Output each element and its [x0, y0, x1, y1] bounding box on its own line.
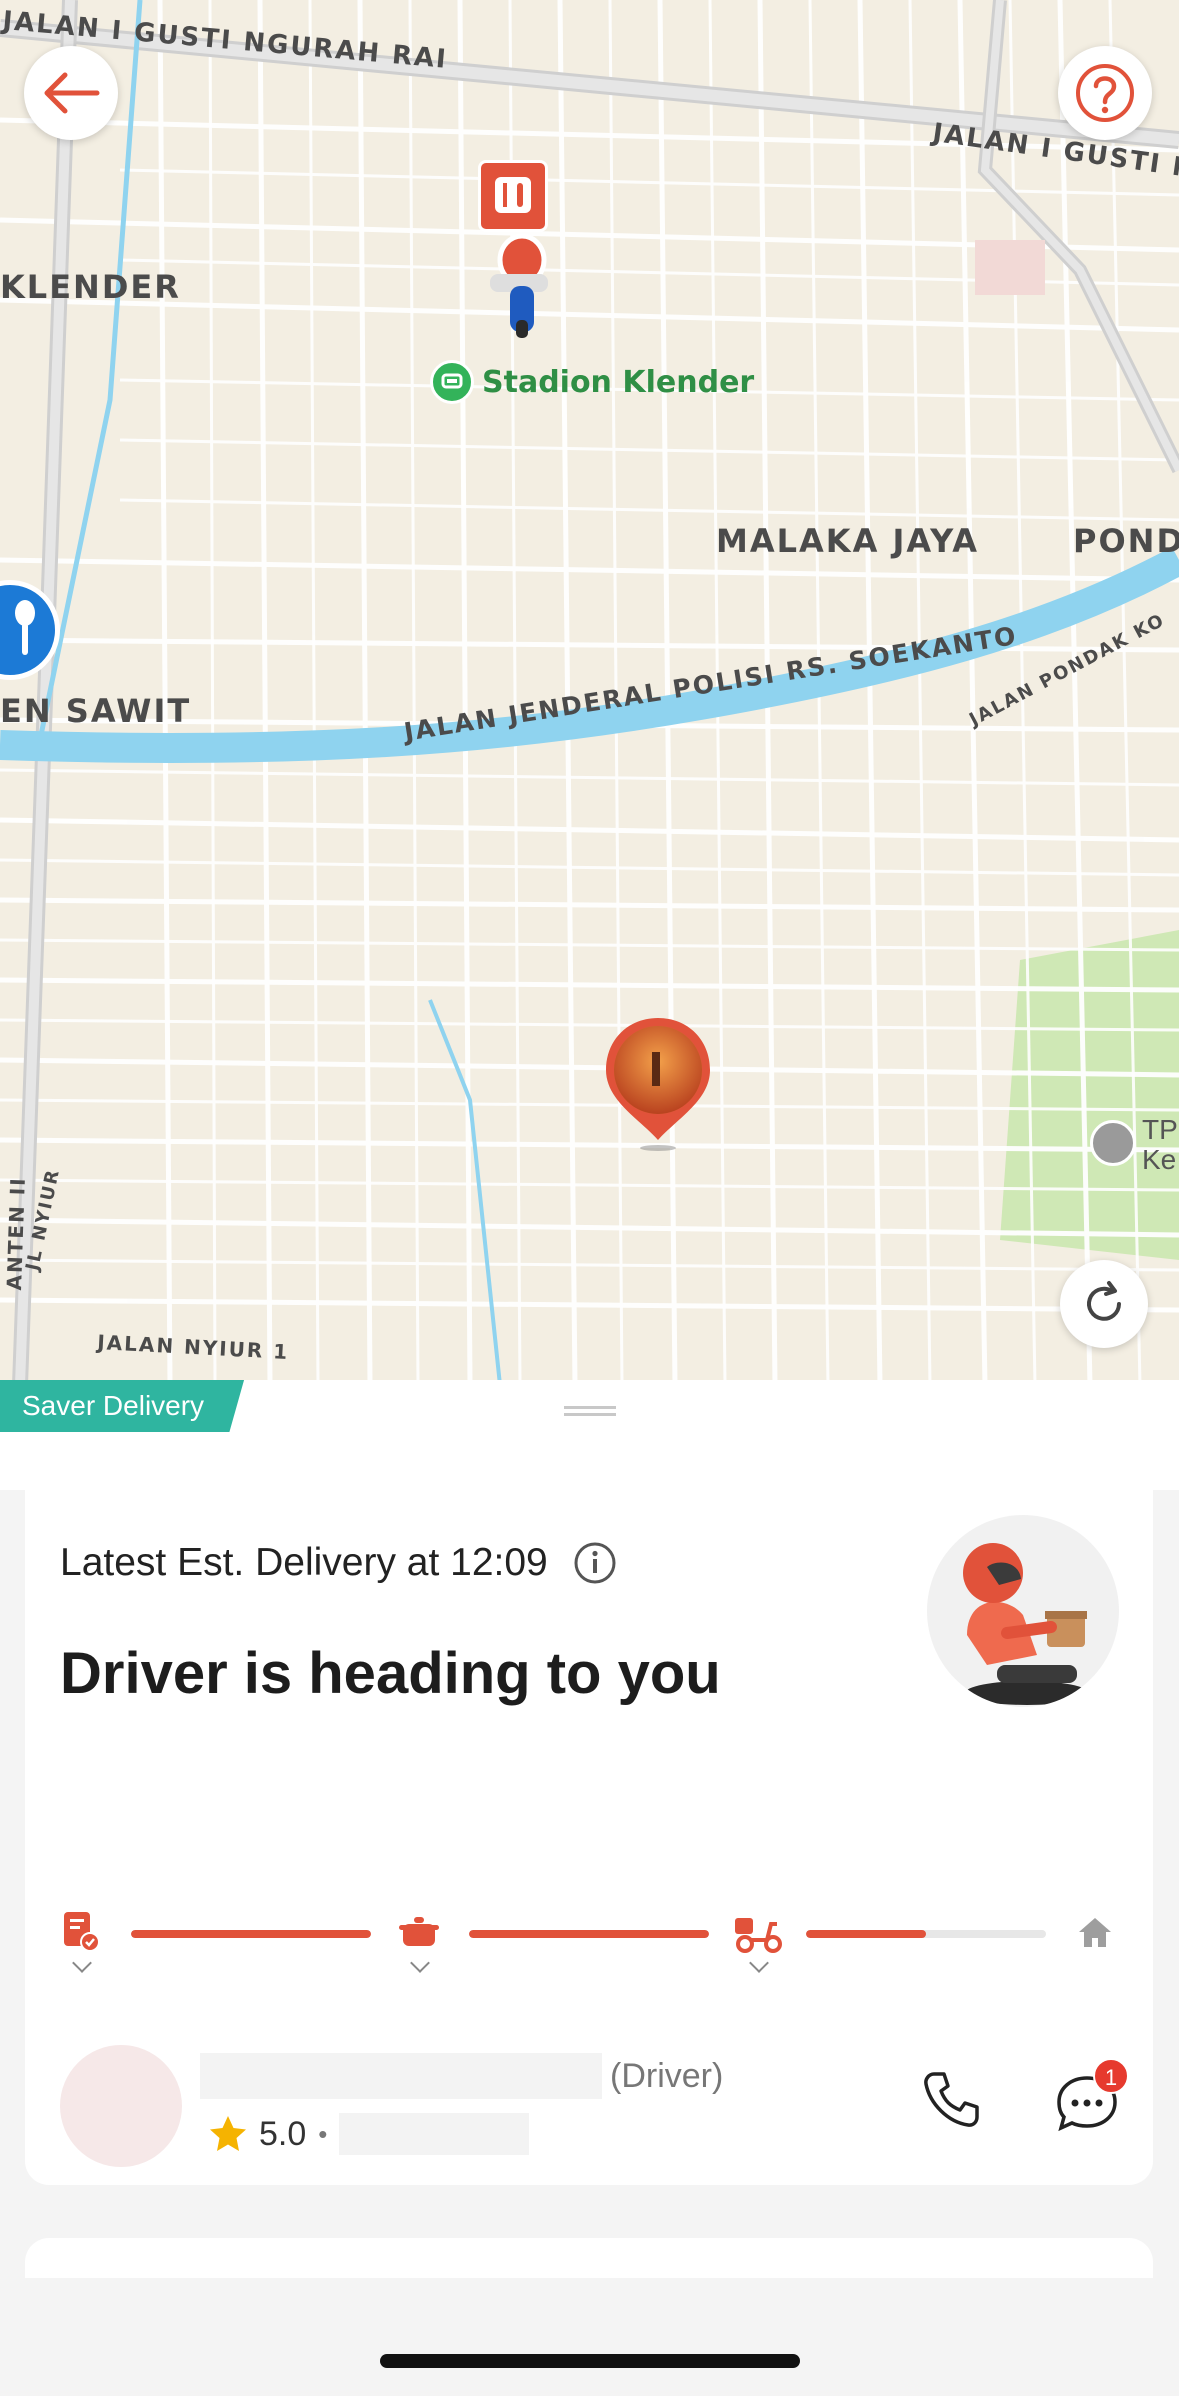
back-button[interactable] — [24, 46, 118, 140]
help-button[interactable] — [1058, 46, 1152, 140]
area-label-klender: KLENDER — [0, 268, 181, 306]
destination-marker[interactable] — [598, 1012, 718, 1152]
status-title: Driver is heading to you — [60, 1641, 721, 1706]
chat-button[interactable]: 1 — [1055, 2058, 1135, 2138]
stadium-icon — [430, 360, 474, 404]
food-box-icon — [478, 160, 548, 232]
call-button[interactable] — [920, 2068, 990, 2138]
progress-segment-1 — [131, 1930, 371, 1938]
driver-name-placeholder — [200, 2053, 602, 2099]
poi-tp-label-1: TP — [1142, 1114, 1178, 1145]
driver-role-label: (Driver) — [610, 2057, 724, 2095]
step-food-ready[interactable] — [397, 1910, 441, 1973]
poi-tp-label-2: Ke — [1142, 1144, 1177, 1175]
driver-illustration — [927, 1515, 1119, 1707]
scooter-icon — [490, 233, 548, 338]
step-home[interactable] — [1075, 1912, 1115, 1952]
recenter-button[interactable] — [1060, 1260, 1148, 1348]
eta-row: Latest Est. Delivery at 12:09 — [60, 1540, 618, 1586]
driver-rating: 5.0 — [259, 2114, 307, 2153]
poi-stadium-label: Stadion Klender — [482, 364, 755, 400]
progress-tracker — [25, 1910, 1153, 1990]
driver-marker[interactable] — [470, 160, 570, 340]
delivery-status-card: Latest Est. Delivery at 12:09 Driver is … — [25, 1470, 1153, 2093]
chevron-down-icon — [410, 1953, 430, 1973]
driver-avatar[interactable] — [60, 2045, 182, 2167]
sheet-drag-handle[interactable] — [564, 1406, 616, 1416]
phone-icon — [924, 2072, 979, 2127]
area-label-pondok: PONDO — [1073, 522, 1179, 560]
back-arrow-icon — [44, 72, 100, 114]
poi-stadium[interactable]: Stadion Klender — [430, 360, 754, 404]
spoon-icon — [15, 600, 35, 655]
order-status-sheet: Saver Delivery Latest Est. Delivery at 1… — [0, 1380, 1179, 2396]
home-indicator[interactable] — [380, 2354, 800, 2368]
chat-unread-badge: 1 — [1093, 2058, 1129, 2094]
chevron-down-icon — [749, 1953, 769, 1973]
chevron-down-icon — [72, 1953, 92, 1973]
next-card-peek — [25, 2238, 1153, 2278]
driver-plate-placeholder — [339, 2113, 530, 2155]
driver-card: (Driver) 5.0 • 1 — [25, 2003, 1153, 2185]
road-label-left: ANTEN II — [2, 1175, 30, 1291]
eta-text: Latest Est. Delivery at 12:09 — [60, 1541, 548, 1584]
progress-segment-2 — [469, 1930, 709, 1938]
home-icon — [1079, 1918, 1111, 1947]
map-view[interactable]: JALAN I GUSTI NGURAH RAI JALAN I GUSTI N… — [0, 0, 1179, 1385]
receipt-check-icon — [64, 1912, 100, 1952]
rating-separator: • — [318, 2118, 328, 2149]
progress-segment-3 — [806, 1930, 1046, 1938]
star-icon — [210, 2116, 246, 2151]
step-on-the-way[interactable] — [733, 1910, 783, 1973]
driver-rating-row: 5.0 • — [207, 2113, 530, 2155]
landmark-icon — [1090, 1120, 1136, 1166]
area-label-sawit: EN SAWIT — [0, 692, 192, 730]
question-icon — [1076, 64, 1134, 122]
area-label-malaka-jaya: MALAKA JAYA — [716, 522, 979, 560]
info-icon[interactable] — [572, 1540, 618, 1586]
refresh-icon — [1087, 1281, 1121, 1321]
cooking-pot-icon — [399, 1917, 439, 1946]
step-order-confirmed[interactable] — [61, 1910, 101, 1973]
scooter-icon — [735, 1918, 782, 1953]
service-type-badge: Saver Delivery — [0, 1380, 245, 1432]
